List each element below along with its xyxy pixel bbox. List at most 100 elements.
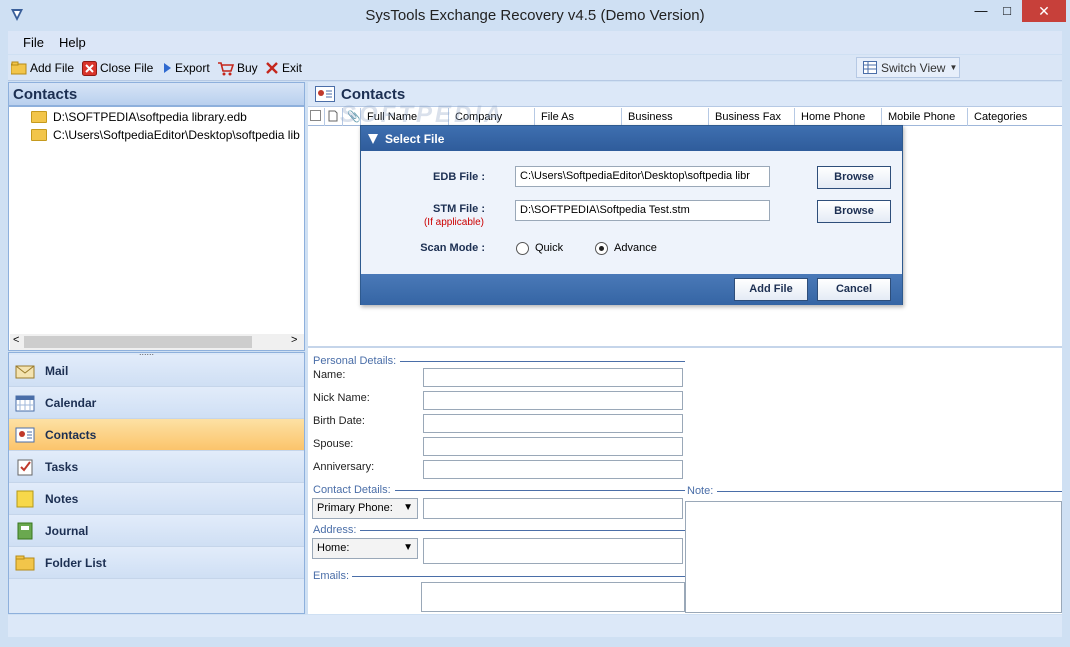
status-bar <box>8 615 1062 637</box>
nav-mail[interactable]: Mail <box>9 355 304 387</box>
folder-list-icon <box>15 555 35 570</box>
edb-browse-button[interactable]: Browse <box>817 166 891 189</box>
column-mobile-phone[interactable]: Mobile Phone <box>882 108 968 126</box>
note-heading: Note: <box>687 485 714 497</box>
right-pane-title: Contacts <box>341 85 406 103</box>
nick-name-field[interactable] <box>423 391 683 410</box>
export-arrow-icon <box>164 63 171 73</box>
document-icon <box>328 110 338 122</box>
nav-contacts[interactable]: Contacts <box>9 419 304 451</box>
title-bar: SysTools Exchange Recovery v4.5 (Demo Ve… <box>0 0 1070 31</box>
menu-file[interactable]: File <box>23 35 44 50</box>
address-field[interactable] <box>423 538 683 564</box>
minimize-button[interactable]: — <box>968 0 994 22</box>
horizontal-scrollbar[interactable]: < > <box>10 334 304 350</box>
exit-x-icon <box>266 62 278 74</box>
note-field[interactable] <box>685 501 1062 613</box>
add-file-button[interactable]: Add File <box>11 60 74 76</box>
close-file-label: Close File <box>100 61 154 75</box>
buy-button[interactable]: Buy <box>217 60 258 76</box>
quick-label: Quick <box>535 242 564 254</box>
exit-label: Exit <box>282 61 303 75</box>
contacts-card-icon <box>15 427 35 442</box>
switch-view-dropdown[interactable]: Switch View ▼ <box>856 57 960 78</box>
advance-radio[interactable] <box>595 242 608 255</box>
select-all-checkbox[interactable] <box>308 108 325 126</box>
menu-help[interactable]: Help <box>59 35 86 50</box>
dialog-title-bar: Select File <box>361 126 902 151</box>
spouse-label: Spouse: <box>313 438 354 450</box>
phone-field[interactable] <box>423 498 683 519</box>
emails-heading: Emails: <box>313 570 350 582</box>
phone-type-select[interactable]: Primary Phone: ▼ <box>312 498 418 519</box>
column-home-phone[interactable]: Home Phone <box>795 108 882 126</box>
edb-file-input[interactable]: C:\Users\SoftpediaEditor\Desktop\softped… <box>515 166 770 187</box>
toolbar: Add File Close File Export Buy Exit Swit… <box>8 55 1062 81</box>
column-categories[interactable]: Categories <box>968 108 1032 126</box>
nav-journal-label: Journal <box>45 523 89 538</box>
stm-browse-button[interactable]: Browse <box>817 200 891 223</box>
export-button[interactable]: Export <box>162 60 210 76</box>
contact-details-heading: Contact Details: <box>313 484 391 496</box>
maximize-button[interactable]: □ <box>994 0 1020 22</box>
anniversary-field[interactable] <box>423 460 683 479</box>
contacts-card-icon <box>315 86 335 102</box>
nav-notes[interactable]: Notes <box>9 483 304 515</box>
grid-view-icon <box>863 61 877 74</box>
scroll-right-arrow[interactable]: > <box>291 334 297 346</box>
advance-label: Advance <box>614 242 657 254</box>
close-window-button[interactable]: ✕ <box>1022 0 1066 22</box>
nav-notes-label: Notes <box>45 491 79 506</box>
emails-field[interactable] <box>421 582 685 612</box>
folder-icon <box>31 111 47 123</box>
tree-item[interactable]: C:\Users\SoftpediaEditor\Desktop\softped… <box>31 126 303 144</box>
add-file-label: Add File <box>30 61 75 75</box>
dialog-title: Select File <box>385 131 445 146</box>
nav-folder-list-label: Folder List <box>45 555 107 570</box>
name-field[interactable] <box>423 368 683 387</box>
window-title: SysTools Exchange Recovery v4.5 (Demo Ve… <box>365 7 705 24</box>
scroll-thumb[interactable] <box>24 336 252 348</box>
dialog-footer: Add File Cancel <box>361 274 902 305</box>
calendar-icon <box>15 395 35 411</box>
close-file-button[interactable]: Close File <box>82 60 153 76</box>
folder-icon <box>31 129 47 141</box>
tree-item-label: D:\SOFTPEDIA\softpedia library.edb <box>53 110 247 124</box>
chevron-down-icon: ▼ <box>949 63 958 72</box>
exit-button[interactable]: Exit <box>265 60 302 76</box>
address-heading: Address: <box>313 524 357 536</box>
column-file-as[interactable]: File As <box>535 108 622 126</box>
name-label: Name: <box>313 369 346 381</box>
nick-name-label: Nick Name: <box>313 392 370 404</box>
add-file-dialog-button[interactable]: Add File <box>734 278 808 301</box>
contact-details-panel: Personal Details: Name: Nick Name: Birth… <box>308 350 1062 614</box>
switch-view-label: Switch View <box>881 60 946 75</box>
nav-folder-list[interactable]: Folder List <box>9 547 304 579</box>
open-folder-icon <box>11 61 27 75</box>
scan-mode-label: Scan Mode : <box>420 242 485 254</box>
edb-file-label: EDB File : <box>433 171 485 183</box>
quick-radio[interactable] <box>516 242 529 255</box>
cancel-button[interactable]: Cancel <box>817 278 891 301</box>
buy-label: Buy <box>237 61 258 75</box>
nav-calendar-label: Calendar <box>45 395 97 410</box>
nav-tasks[interactable]: Tasks <box>9 451 304 483</box>
birth-date-field[interactable] <box>423 414 683 433</box>
app-logo-icon <box>368 133 378 144</box>
spouse-field[interactable] <box>423 437 683 456</box>
phone-type-value: Primary Phone: <box>317 502 393 514</box>
folder-tree: D:\SOFTPEDIA\softpedia library.edb C:\Us… <box>8 106 305 351</box>
section-divider <box>360 530 685 531</box>
address-type-select[interactable]: Home: ▼ <box>312 538 418 559</box>
tree-item[interactable]: D:\SOFTPEDIA\softpedia library.edb <box>31 108 303 126</box>
birth-date-label: Birth Date: <box>313 415 365 427</box>
stm-file-input[interactable]: D:\SOFTPEDIA\Softpedia Test.stm <box>515 200 770 221</box>
column-business[interactable]: Business <box>622 108 709 126</box>
shopping-cart-icon <box>218 61 234 75</box>
scroll-left-arrow[interactable]: < <box>13 334 19 346</box>
nav-calendar[interactable]: Calendar <box>9 387 304 419</box>
stm-optional-hint: (If applicable) <box>423 217 484 228</box>
column-business-fax[interactable]: Business Fax <box>709 108 795 126</box>
nav-journal[interactable]: Journal <box>9 515 304 547</box>
nav-tasks-label: Tasks <box>45 459 79 474</box>
